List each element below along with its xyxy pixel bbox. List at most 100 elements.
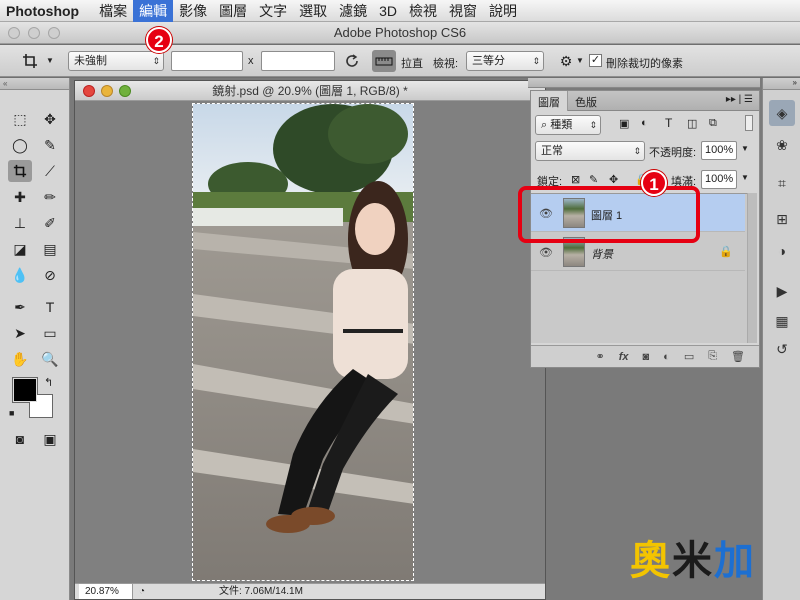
clone-stamp-tool-icon[interactable]: ⊥ — [8, 212, 32, 234]
menu-3d[interactable]: 3D — [373, 0, 403, 22]
properties-panel-icon[interactable]: ⊞ — [769, 206, 795, 232]
document-close-button[interactable] — [83, 85, 95, 97]
height-input[interactable] — [261, 51, 335, 71]
panel-menu-icon[interactable]: ▸▸ | ☰ — [720, 91, 759, 110]
type-tool-icon[interactable]: T — [38, 296, 62, 318]
crop-tool-preset-icon[interactable] — [18, 50, 42, 72]
minimize-window-button[interactable] — [28, 27, 40, 39]
eyedropper-tool-icon[interactable]: ⟋ — [38, 160, 62, 182]
menu-view[interactable]: 檢視 — [403, 0, 443, 22]
quick-mask-icon[interactable]: ◙ — [8, 428, 32, 450]
filter-type-icon[interactable]: T — [665, 116, 672, 130]
straighten-icon[interactable] — [372, 50, 396, 72]
move-tool-icon[interactable]: ✥ — [38, 108, 62, 130]
eye-icon[interactable]: 👁 — [539, 246, 553, 259]
collapse-icon[interactable]: « — [0, 78, 69, 90]
filter-shape-icon[interactable]: ◫ — [687, 117, 697, 130]
link-layers-icon[interactable]: ⚭ — [596, 350, 605, 363]
menu-file[interactable]: 檔案 — [93, 0, 133, 22]
eraser-tool-icon[interactable]: ◪ — [8, 238, 32, 260]
chevron-down-icon[interactable]: ▼ — [741, 144, 749, 153]
pen-tool-icon[interactable]: ✒ — [8, 296, 32, 318]
menu-help[interactable]: 說明 — [483, 0, 523, 22]
chevron-down-icon[interactable]: ▼ — [741, 173, 749, 182]
filter-toggle[interactable] — [745, 115, 753, 131]
menu-window[interactable]: 視窗 — [443, 0, 483, 22]
ratio-select[interactable]: 未強制 ⇕ — [68, 51, 164, 71]
filter-kind-select[interactable]: ⌕ 種類 ⇕ — [535, 115, 601, 135]
chevron-down-icon[interactable]: ▼ — [576, 56, 584, 65]
shape-tool-icon[interactable]: ▭ — [38, 322, 62, 344]
hand-tool-icon[interactable]: ✋ — [8, 348, 32, 370]
lock-image-icon[interactable]: ✎ — [589, 173, 598, 186]
filter-smart-object-icon[interactable]: ⧉ — [709, 117, 717, 130]
menu-edit[interactable]: 編輯 — [133, 0, 174, 22]
zoom-tool-icon[interactable]: 🔍 — [38, 348, 62, 370]
expand-icon[interactable]: » — [763, 78, 800, 90]
menu-layer[interactable]: 圖層 — [213, 0, 253, 22]
lock-position-icon[interactable]: ✥ — [609, 173, 618, 186]
straighten-label: 拉直 — [401, 58, 423, 70]
tab-layers[interactable]: 圖層 — [531, 91, 568, 111]
gradient-tool-icon[interactable]: ▤ — [38, 238, 62, 260]
blend-mode-select[interactable]: 正常 ⇕ — [535, 141, 645, 161]
fill-input[interactable]: 100% — [701, 170, 737, 189]
quick-select-tool-icon[interactable]: ✎ — [38, 134, 62, 156]
swatches-panel-icon[interactable]: ▦ — [769, 308, 795, 334]
foreground-color-swatch-front[interactable] — [13, 378, 37, 402]
lock-transparent-icon[interactable]: ⊠ — [571, 173, 580, 186]
default-colors-icon[interactable]: ■ — [9, 408, 14, 418]
menu-type[interactable]: 文字 — [253, 0, 293, 22]
history-brush-tool-icon[interactable]: ✐ — [38, 212, 62, 234]
document-size-status: 文件: 7.06M/14.1M — [219, 586, 303, 597]
layers-panel-icon[interactable]: ◈ — [769, 100, 795, 126]
adjustment-layer-icon[interactable]: ◐ — [663, 351, 670, 363]
lasso-tool-icon[interactable]: ◯ — [8, 134, 32, 156]
paths-panel-icon[interactable]: ⌗ — [769, 170, 795, 196]
lock-icon: 🔒 — [719, 246, 733, 258]
swap-colors-icon[interactable]: ↰ — [44, 376, 53, 389]
view-label: 檢視: — [433, 58, 459, 70]
document-zoom-button[interactable] — [119, 85, 131, 97]
chevron-updown-icon: ⇕ — [532, 56, 540, 66]
delete-cropped-checkbox[interactable]: ✓ — [589, 54, 602, 67]
history-panel-icon[interactable]: ↺ — [769, 336, 795, 362]
zoom-window-button[interactable] — [48, 27, 60, 39]
crop-tool-icon[interactable] — [8, 160, 32, 182]
filter-pixel-icon[interactable]: ▣ — [619, 117, 629, 130]
layers-scrollbar[interactable] — [747, 193, 757, 343]
layer-mask-icon[interactable]: ◙ — [643, 351, 650, 363]
tab-channels[interactable]: 色版 — [568, 91, 604, 111]
document-minimize-button[interactable] — [101, 85, 113, 97]
actions-panel-icon[interactable]: ▶ — [769, 278, 795, 304]
view-select[interactable]: 三等分 ⇕ — [466, 51, 544, 71]
opacity-input[interactable]: 100% — [701, 141, 737, 160]
menu-select[interactable]: 選取 — [293, 0, 333, 22]
gear-icon[interactable]: ⚙ — [554, 50, 578, 72]
marquee-tool-icon[interactable]: ⬚ — [8, 108, 32, 130]
zoom-level[interactable]: 20.87% — [79, 584, 133, 599]
filter-adjustment-icon[interactable]: ◐ — [641, 117, 648, 129]
close-window-button[interactable] — [8, 27, 20, 39]
image-canvas[interactable] — [192, 103, 414, 581]
adjustments-panel-icon[interactable]: ◑ — [769, 238, 795, 264]
brush-tool-icon[interactable]: ✏ — [38, 186, 62, 208]
group-folder-icon[interactable]: ▭ — [684, 350, 694, 363]
layer-name[interactable]: 背景 — [591, 246, 613, 262]
status-info-icon[interactable]: ◔ — [139, 584, 145, 599]
swap-rotate-icon[interactable] — [340, 50, 364, 72]
menu-image[interactable]: 影像 — [173, 0, 213, 22]
trash-icon[interactable]: 🗑 — [731, 350, 745, 363]
new-layer-icon[interactable]: ⎘ — [708, 350, 717, 363]
layer-style-icon[interactable]: fx — [619, 351, 629, 363]
width-input[interactable] — [171, 51, 243, 71]
healing-brush-tool-icon[interactable]: ✚ — [8, 186, 32, 208]
blur-tool-icon[interactable]: 💧 — [8, 264, 32, 286]
menu-filter[interactable]: 濾鏡 — [333, 0, 373, 22]
channels-panel-icon[interactable]: ❀ — [769, 132, 795, 158]
screen-mode-icon[interactable]: ▣ — [38, 428, 62, 450]
app-menu[interactable]: Photoshop — [0, 3, 93, 19]
chevron-down-icon[interactable]: ▼ — [46, 56, 54, 65]
dodge-tool-icon[interactable]: ⊘ — [38, 264, 62, 286]
path-select-tool-icon[interactable]: ➤ — [8, 322, 32, 344]
